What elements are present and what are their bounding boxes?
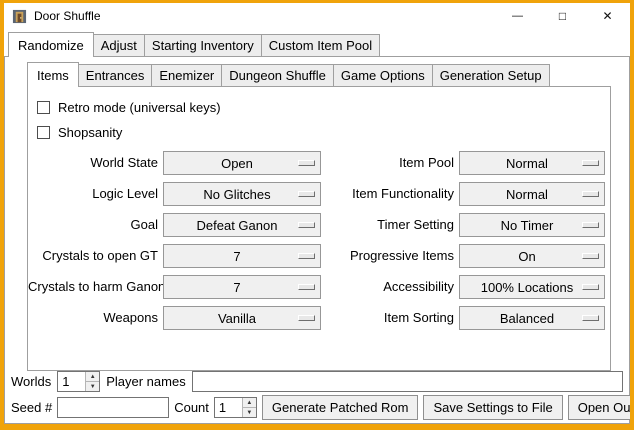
dropdown-value: No Glitches [203,187,280,202]
tab-dungeon-shuffle[interactable]: Dungeon Shuffle [221,64,334,86]
window-controls: — □ ✕ [495,3,630,29]
dropdown-item-functionality[interactable]: Normal [459,182,605,206]
minimize-button[interactable]: — [495,3,540,29]
dropdown-value: Open [221,156,263,171]
tab-starting-inventory[interactable]: Starting Inventory [144,34,262,56]
settings-grid: World State Open Item Pool Normal Logic … [28,151,610,330]
dropdown-item-sorting[interactable]: Balanced [459,306,605,330]
app-icon [12,9,27,24]
window-title: Door Shuffle [34,9,101,23]
dropdown-value: Normal [506,187,558,202]
dropdown-indicator-icon [298,160,315,166]
dropdown-value: No Timer [501,218,564,233]
item-functionality-label: Item Functionality [326,182,454,206]
worlds-value[interactable]: 1 [58,372,85,391]
worlds-spinbox[interactable]: 1 ▲ ▼ [57,371,100,392]
dropdown-indicator-icon [582,160,599,166]
dropdown-world-state[interactable]: Open [163,151,321,175]
outer-tab-bar: Randomize Adjust Starting Inventory Cust… [4,32,630,56]
inner-tab-bar: Items Entrances Enemizer Dungeon Shuffle… [27,62,611,86]
spin-arrows: ▲ ▼ [85,372,99,391]
inner-notebook: Items Entrances Enemizer Dungeon Shuffle… [27,62,611,371]
tab-items[interactable]: Items [27,62,79,87]
logic-level-label: Logic Level [28,182,158,206]
dropdown-weapons[interactable]: Vanilla [163,306,321,330]
open-output-directory-button[interactable]: Open Output Directory [568,395,634,420]
world-state-label: World State [28,151,158,175]
crystals-harm-ganon-label: Crystals to harm Ganon [28,275,158,299]
checkbox-box-icon[interactable] [37,126,50,139]
seed-row: Seed # Count 1 ▲ ▼ Generate Patched Rom … [5,395,629,420]
dropdown-indicator-icon [298,284,315,290]
dropdown-value: Defeat Ganon [197,218,288,233]
player-names-label: Player names [106,374,185,389]
dropdown-indicator-icon [582,284,599,290]
progressive-items-label: Progressive Items [326,244,454,268]
player-names-input[interactable] [192,371,623,392]
dropdown-value: Vanilla [218,311,266,326]
dropdown-timer-setting[interactable]: No Timer [459,213,605,237]
maximize-button[interactable]: □ [540,3,585,29]
spin-down-icon[interactable]: ▼ [242,407,256,417]
dropdown-item-pool[interactable]: Normal [459,151,605,175]
worlds-label: Worlds [11,374,51,389]
items-tab-panel: Retro mode (universal keys) Shopsanity W… [27,86,611,371]
goal-label: Goal [28,213,158,237]
dropdown-indicator-icon [298,253,315,259]
door-shuffle-window: Door Shuffle — □ ✕ Randomize Adjust Star… [0,0,634,430]
dropdown-indicator-icon [298,222,315,228]
count-label: Count [174,400,209,415]
dropdown-indicator-icon [298,191,315,197]
checkbox-label: Retro mode (universal keys) [58,100,221,115]
checkbox-shopsanity[interactable]: Shopsanity [37,120,610,145]
dropdown-value: 7 [233,249,250,264]
checkbox-retro-mode[interactable]: Retro mode (universal keys) [37,95,610,120]
item-sorting-label: Item Sorting [326,306,454,330]
close-button[interactable]: ✕ [585,3,630,29]
dropdown-indicator-icon [582,222,599,228]
dropdown-accessibility[interactable]: 100% Locations [459,275,605,299]
timer-setting-label: Timer Setting [326,213,454,237]
save-settings-button[interactable]: Save Settings to File [423,395,562,420]
weapons-label: Weapons [28,306,158,330]
tab-adjust[interactable]: Adjust [93,34,145,56]
dropdown-indicator-icon [298,315,315,321]
dropdown-value: On [518,249,545,264]
titlebar[interactable]: Door Shuffle — □ ✕ [4,3,630,29]
tab-entrances[interactable]: Entrances [78,64,153,86]
dropdown-value: 100% Locations [481,280,584,295]
spin-up-icon[interactable]: ▲ [242,398,256,407]
randomize-tab-panel: Items Entrances Enemizer Dungeon Shuffle… [4,56,630,424]
item-pool-label: Item Pool [326,151,454,175]
checkbox-label: Shopsanity [58,125,122,140]
tab-randomize[interactable]: Randomize [8,32,94,57]
generate-patched-rom-button[interactable]: Generate Patched Rom [262,395,419,420]
tab-generation-setup[interactable]: Generation Setup [432,64,550,86]
seed-input[interactable] [57,397,169,418]
spin-arrows: ▲ ▼ [242,398,256,417]
tab-custom-item-pool[interactable]: Custom Item Pool [261,34,380,56]
dropdown-logic-level[interactable]: No Glitches [163,182,321,206]
dropdown-crystals-harm-ganon[interactable]: 7 [163,275,321,299]
dropdown-value: Normal [506,156,558,171]
count-value[interactable]: 1 [215,398,242,417]
dropdown-value: Balanced [500,311,564,326]
crystals-open-gt-label: Crystals to open GT [28,244,158,268]
dropdown-value: 7 [233,280,250,295]
dropdown-crystals-open-gt[interactable]: 7 [163,244,321,268]
spin-up-icon[interactable]: ▲ [85,372,99,381]
seed-label: Seed # [11,400,52,415]
dropdown-goal[interactable]: Defeat Ganon [163,213,321,237]
count-spinbox[interactable]: 1 ▲ ▼ [214,397,257,418]
dropdown-indicator-icon [582,191,599,197]
dropdown-indicator-icon [582,253,599,259]
worlds-row: Worlds 1 ▲ ▼ Player names [5,371,629,392]
accessibility-label: Accessibility [326,275,454,299]
checkbox-box-icon[interactable] [37,101,50,114]
dropdown-progressive-items[interactable]: On [459,244,605,268]
dropdown-indicator-icon [582,315,599,321]
spin-down-icon[interactable]: ▼ [85,381,99,391]
tab-game-options[interactable]: Game Options [333,64,433,86]
tab-enemizer[interactable]: Enemizer [151,64,222,86]
